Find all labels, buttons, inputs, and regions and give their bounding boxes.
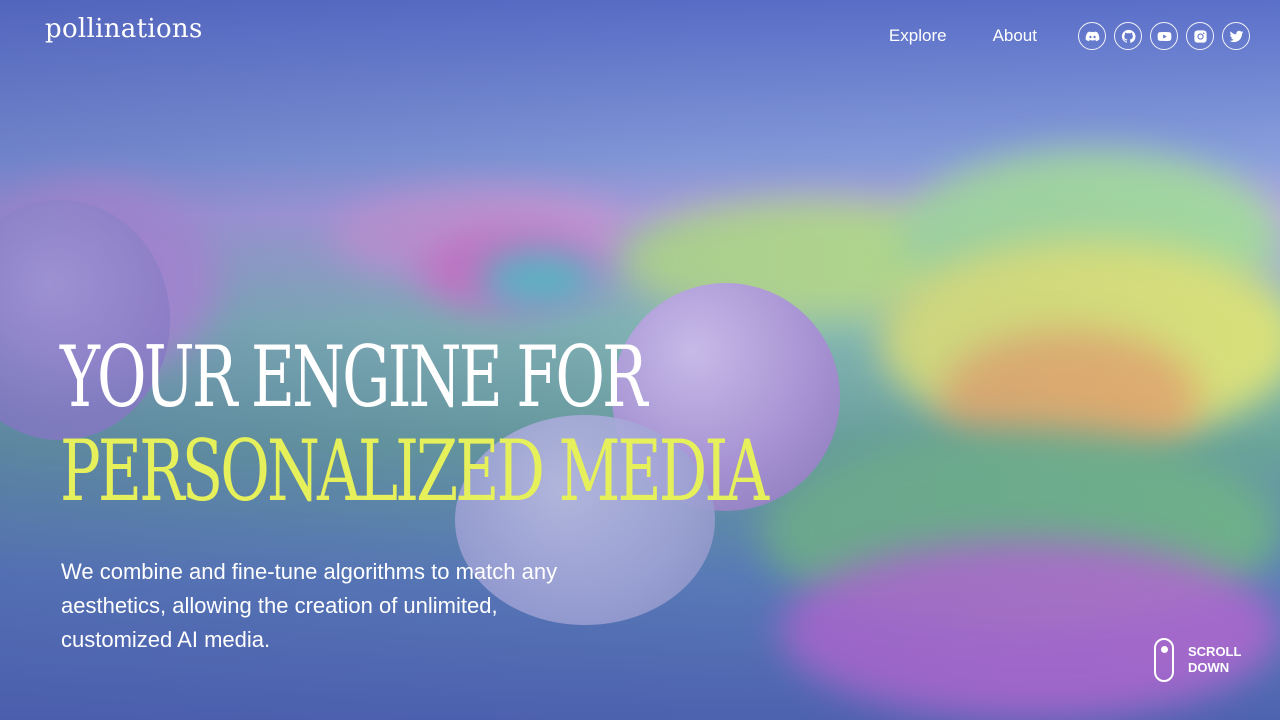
github-button[interactable] bbox=[1114, 22, 1142, 50]
nav-link-about[interactable]: About bbox=[993, 26, 1037, 46]
twitter-button[interactable] bbox=[1222, 22, 1250, 50]
nav-link-explore[interactable]: Explore bbox=[889, 26, 947, 46]
github-icon bbox=[1121, 29, 1136, 43]
youtube-icon bbox=[1157, 31, 1171, 41]
headline-line-1: YOUR ENGINE FOR bbox=[60, 328, 648, 426]
scroll-label-line-2: DOWN bbox=[1188, 660, 1230, 675]
scroll-label-line-1: SCROLL bbox=[1188, 644, 1242, 659]
discord-icon bbox=[1085, 31, 1099, 41]
hero-tagline: We combine and fine-tune algorithms to m… bbox=[61, 559, 558, 652]
discord-button[interactable] bbox=[1078, 22, 1106, 50]
mouse-wheel-dot bbox=[1161, 646, 1168, 653]
scroll-down-label: SCROLL DOWN bbox=[1188, 644, 1248, 676]
twitter-icon bbox=[1229, 30, 1243, 42]
mouse-scroll-icon bbox=[1154, 638, 1174, 682]
scroll-down-indicator[interactable]: SCROLL DOWN bbox=[1154, 638, 1248, 682]
hero-headline: YOUR ENGINE FOR PERSONALIZED MEDIA bbox=[60, 328, 769, 520]
headline-line-2: PERSONALIZED MEDIA bbox=[60, 422, 769, 520]
instagram-icon bbox=[1193, 29, 1207, 43]
site-logo[interactable]: pollinations bbox=[45, 14, 203, 44]
top-nav: Explore About bbox=[889, 22, 1250, 50]
instagram-button[interactable] bbox=[1186, 22, 1214, 50]
youtube-button[interactable] bbox=[1150, 22, 1178, 50]
